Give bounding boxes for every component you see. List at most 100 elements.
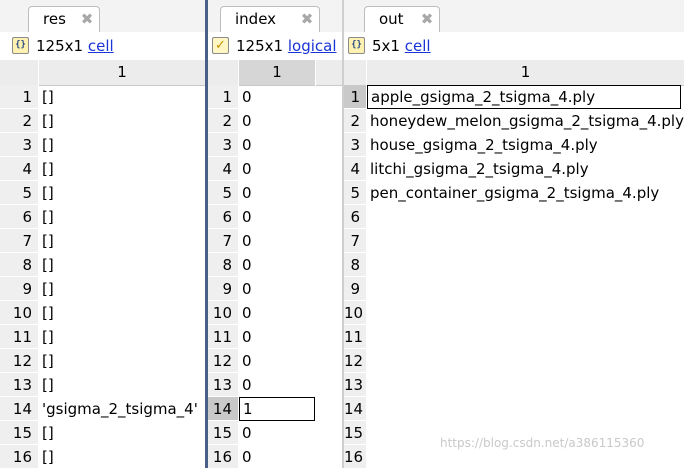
row-header[interactable]: 1 — [344, 85, 366, 109]
table-cell[interactable]: 0 — [239, 301, 315, 325]
table-cell[interactable]: [] — [39, 229, 205, 253]
table-cell[interactable] — [367, 373, 684, 397]
table-cell[interactable]: 0 — [239, 277, 315, 301]
tab-index[interactable]: index ✖ — [220, 6, 320, 32]
table-cell[interactable]: 0 — [239, 325, 315, 349]
row-header[interactable]: 2 — [344, 109, 366, 133]
row-header[interactable]: 14 — [208, 397, 238, 421]
table-cell[interactable]: [] — [39, 181, 205, 205]
table-cell[interactable]: [] — [39, 325, 205, 349]
table-cell[interactable] — [367, 325, 684, 349]
row-header[interactable]: 6 — [344, 205, 366, 229]
row-header[interactable]: 3 — [208, 133, 238, 157]
table-cell[interactable]: [] — [39, 349, 205, 373]
row-header[interactable]: 7 — [0, 229, 38, 253]
row-header[interactable]: 4 — [208, 157, 238, 181]
row-header[interactable]: 10 — [0, 301, 38, 325]
row-header[interactable]: 5 — [344, 181, 366, 205]
table-cell[interactable] — [367, 229, 684, 253]
table-cell[interactable] — [367, 277, 684, 301]
row-header[interactable]: 11 — [344, 325, 366, 349]
close-icon[interactable]: ✖ — [299, 7, 315, 31]
row-header[interactable]: 12 — [208, 349, 238, 373]
table-cell[interactable]: 'gsigma_2_tsigma_4' — [39, 397, 205, 421]
row-header[interactable]: 15 — [344, 421, 366, 445]
row-header[interactable]: 5 — [208, 181, 238, 205]
row-header[interactable]: 2 — [208, 109, 238, 133]
table-cell[interactable]: apple_gsigma_2_tsigma_4.ply — [367, 85, 681, 109]
row-header[interactable]: 16 — [0, 445, 38, 468]
table-cell[interactable] — [367, 349, 684, 373]
table-cell[interactable]: pen_container_gsigma_2_tsigma_4.ply — [367, 181, 684, 205]
table-cell[interactable]: 0 — [239, 133, 315, 157]
row-header[interactable]: 14 — [344, 397, 366, 421]
row-header[interactable]: 6 — [208, 205, 238, 229]
table-cell[interactable]: 0 — [239, 157, 315, 181]
row-header[interactable]: 8 — [344, 253, 366, 277]
table-cell[interactable]: [] — [39, 373, 205, 397]
table-cell[interactable]: [] — [39, 277, 205, 301]
close-icon[interactable]: ✖ — [79, 7, 95, 31]
table-cell[interactable] — [367, 205, 684, 229]
row-header[interactable]: 12 — [0, 349, 38, 373]
table-cell[interactable]: [] — [39, 301, 205, 325]
row-header[interactable]: 3 — [344, 133, 366, 157]
row-header[interactable]: 9 — [0, 277, 38, 301]
table-cell[interactable]: 0 — [239, 421, 315, 445]
row-header[interactable]: 5 — [0, 181, 38, 205]
table-cell[interactable]: [] — [39, 133, 205, 157]
table-cell[interactable]: 0 — [239, 109, 315, 133]
table-cell[interactable] — [367, 397, 684, 421]
row-header[interactable]: 7 — [344, 229, 366, 253]
row-header[interactable]: 11 — [208, 325, 238, 349]
table-cell[interactable]: 0 — [239, 373, 315, 397]
table-cell[interactable]: 0 — [239, 229, 315, 253]
table-cell[interactable]: [] — [39, 421, 205, 445]
table-cell[interactable]: [] — [39, 205, 205, 229]
table-cell[interactable] — [367, 301, 684, 325]
row-header[interactable]: 15 — [0, 421, 38, 445]
column-header-1[interactable]: 1 — [367, 60, 684, 86]
table-cell[interactable]: 0 — [239, 253, 315, 277]
row-header[interactable]: 14 — [0, 397, 38, 421]
row-header[interactable]: 16 — [344, 445, 366, 468]
table-cell[interactable]: [] — [39, 253, 205, 277]
table-cell[interactable]: 0 — [239, 181, 315, 205]
row-header[interactable]: 2 — [0, 109, 38, 133]
variable-grid[interactable]: 1 1 0 2 0 3 0 4 0 5 0 6 0 7 0 8 0 9 0 10 0 11 0 12 0 13 0 14 1 15 0 16… — [208, 60, 342, 468]
table-cell[interactable]: honeydew_melon_gsigma_2_tsigma_4.ply — [367, 109, 684, 133]
row-header[interactable]: 1 — [0, 85, 38, 109]
row-header[interactable]: 7 — [208, 229, 238, 253]
variable-type-link[interactable]: cell — [88, 37, 114, 55]
row-header[interactable]: 10 — [344, 301, 366, 325]
table-cell[interactable]: 0 — [239, 85, 315, 109]
row-header[interactable]: 12 — [344, 349, 366, 373]
table-cell[interactable] — [367, 253, 684, 277]
column-header-1[interactable]: 1 — [239, 60, 315, 86]
table-cell[interactable]: 0 — [239, 205, 315, 229]
variable-grid[interactable]: 1 1 apple_gsigma_2_tsigma_4.ply 2 honeydew_… — [344, 60, 684, 468]
row-header[interactable]: 9 — [344, 277, 366, 301]
table-cell[interactable]: 0 — [239, 445, 315, 468]
row-header[interactable]: 11 — [0, 325, 38, 349]
row-header[interactable]: 13 — [344, 373, 366, 397]
column-header-1[interactable]: 1 — [39, 60, 205, 86]
row-header[interactable]: 13 — [0, 373, 38, 397]
row-header[interactable]: 1 — [208, 85, 238, 109]
row-header[interactable]: 6 — [0, 205, 38, 229]
table-cell[interactable]: 0 — [239, 349, 315, 373]
row-header[interactable]: 9 — [208, 277, 238, 301]
tab-out[interactable]: out ✖ — [364, 6, 440, 32]
row-header[interactable]: 4 — [344, 157, 366, 181]
variable-grid[interactable]: 1 1[] 2[] 3[] 4[] 5[] 6[] 7[] 8[] 9[] 10[] 11[] 12[… — [0, 60, 205, 468]
table-cell[interactable]: litchi_gsigma_2_tsigma_4.ply — [367, 157, 684, 181]
table-cell[interactable]: house_gsigma_2_tsigma_4.ply — [367, 133, 684, 157]
row-header[interactable]: 8 — [0, 253, 38, 277]
table-cell[interactable]: [] — [39, 157, 205, 181]
row-header[interactable]: 15 — [208, 421, 238, 445]
table-cell[interactable]: [] — [39, 109, 205, 133]
table-cell[interactable]: [] — [39, 445, 205, 468]
row-header[interactable]: 4 — [0, 157, 38, 181]
variable-type-link[interactable]: logical — [288, 37, 337, 55]
variable-type-link[interactable]: cell — [405, 37, 431, 55]
